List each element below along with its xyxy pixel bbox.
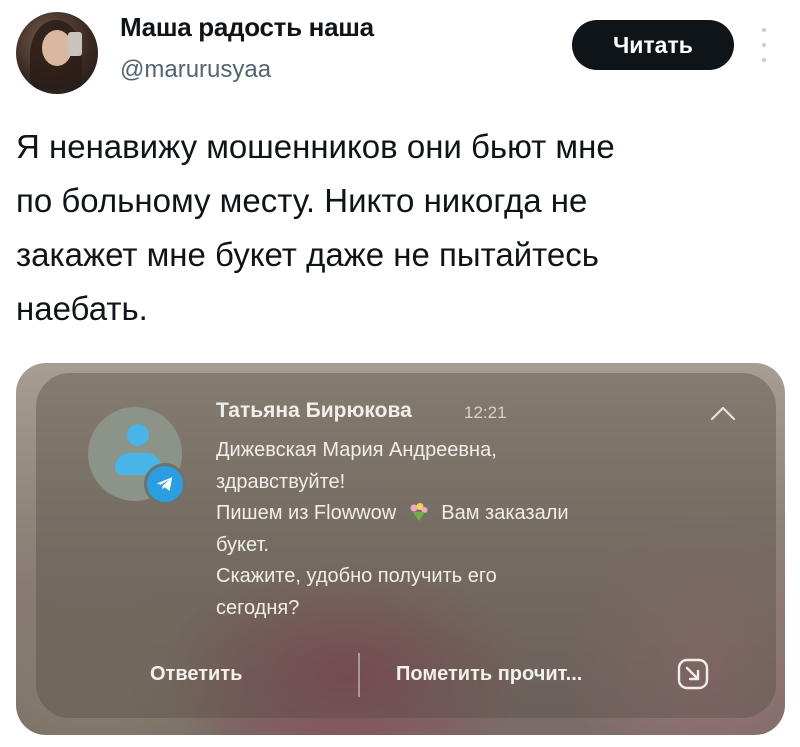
message-line: сегодня? bbox=[216, 596, 300, 619]
tweet-line: наебать. bbox=[16, 290, 148, 327]
message-line: Дижевская Мария Андреевна, bbox=[216, 439, 497, 461]
message-line: Скажите, удобно получить его bbox=[216, 565, 497, 587]
notification-actions: Ответить Пометить прочит... bbox=[36, 653, 776, 703]
message-line: букет. bbox=[216, 533, 269, 556]
notification-sender: Татьяна Бирюкова bbox=[216, 399, 412, 422]
chevron-up-icon bbox=[710, 406, 736, 421]
author-avatar[interactable] bbox=[16, 12, 98, 94]
mark-read-button[interactable]: Пометить прочит... bbox=[396, 663, 582, 686]
read-button[interactable]: Читать bbox=[572, 20, 734, 70]
expand-icon[interactable] bbox=[676, 657, 710, 691]
message-line: Пишем из Flowwow Вам заказали bbox=[216, 498, 686, 530]
tweet-line: по больному месту. Никто никогда не bbox=[16, 182, 588, 219]
telegram-icon bbox=[144, 463, 186, 505]
message-line: здравствуйте! bbox=[216, 470, 346, 493]
notification-card: Татьяна Бирюкова 12:21 Дижевская Мария А… bbox=[36, 373, 776, 718]
notification-time: 12:21 bbox=[464, 403, 507, 422]
message-fragment: Пишем из Flowwow bbox=[216, 502, 397, 524]
tweet-text: Я ненавижу мошенников они бьют мне по бо… bbox=[16, 120, 786, 336]
avatar-phone bbox=[68, 32, 82, 56]
tweet-line: закажет мне букет даже не пытайтесь bbox=[16, 236, 599, 273]
bouquet-emoji-icon bbox=[410, 503, 428, 521]
message-fragment: Вам заказали bbox=[441, 502, 569, 524]
tweet-line: Я ненавижу мошенников они бьют мне bbox=[16, 128, 615, 165]
tweet-media-image[interactable]: Татьяна Бирюкова 12:21 Дижевская Мария А… bbox=[16, 363, 785, 735]
more-vertical-icon[interactable] bbox=[760, 28, 768, 62]
notification-message: Дижевская Мария Андреевна, здравствуйте!… bbox=[216, 435, 686, 624]
author-handle[interactable]: @maruruѕyaa bbox=[120, 56, 271, 84]
author-display-name[interactable]: Маша радость наша bbox=[120, 12, 374, 43]
actions-divider bbox=[358, 653, 360, 697]
reply-button[interactable]: Ответить bbox=[150, 663, 242, 686]
